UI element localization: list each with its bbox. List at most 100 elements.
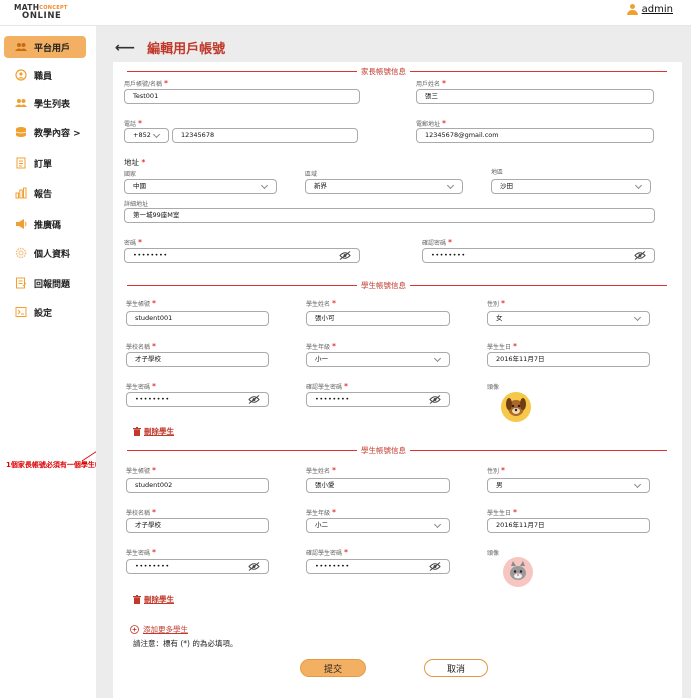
sidebar-item-teaching-content[interactable]: 教學內容 > bbox=[4, 121, 86, 143]
avatar-dog[interactable] bbox=[501, 392, 531, 422]
eye-off-icon[interactable] bbox=[429, 562, 441, 571]
sidebar: 平台用戶 職員 學生列表 教學內容 > 訂單 報告 推廣碼 個人資料 回報問題 … bbox=[0, 26, 96, 698]
confirm-password-input[interactable]: •••••••• bbox=[422, 248, 655, 263]
user-icon bbox=[626, 4, 638, 15]
birthday-input[interactable]: 2016年11月7日 bbox=[487, 518, 650, 533]
student-account-label: 學生帳號 * bbox=[126, 466, 156, 475]
birthday-label: 學生生日 * bbox=[487, 342, 517, 351]
student-section-header-2: 學生帳號信息 bbox=[113, 445, 682, 456]
cancel-button[interactable]: 取消 bbox=[424, 659, 488, 677]
username-input[interactable]: Test001 bbox=[124, 89, 360, 104]
sidebar-item-staff[interactable]: 職員 bbox=[4, 64, 86, 86]
gender-label: 性別 * bbox=[487, 299, 505, 308]
delete-student-button[interactable]: 刪除學生 bbox=[133, 426, 174, 437]
eye-off-icon[interactable] bbox=[429, 395, 441, 404]
add-more-students-label: 添加更多學生 bbox=[143, 625, 188, 634]
delete-student-label: 刪除學生 bbox=[144, 595, 174, 604]
username-label: 用戶帳號/名稱 * bbox=[124, 79, 168, 88]
district-select[interactable]: 沙田 bbox=[491, 179, 651, 194]
logo[interactable]: MATHCONCEPT ONLINE bbox=[14, 4, 84, 21]
grade-select[interactable]: 小二 bbox=[306, 518, 450, 533]
avatar-label: 頭像 bbox=[487, 384, 500, 391]
chart-icon bbox=[15, 187, 27, 199]
address-label: 地址 * bbox=[124, 158, 146, 167]
student-name-input[interactable]: 張小可 bbox=[306, 311, 450, 326]
grade-label: 學生年級 * bbox=[306, 508, 336, 517]
trash-icon bbox=[133, 595, 141, 604]
grade-label: 學生年級 * bbox=[306, 342, 336, 351]
student-confirm-password-input[interactable]: •••••••• bbox=[306, 559, 450, 574]
phone-code-select[interactable]: +852 bbox=[124, 128, 169, 143]
user-menu[interactable]: admin bbox=[626, 4, 673, 15]
page-header: ⟵ 編輯用戶帳號 bbox=[115, 38, 225, 58]
phone-input[interactable]: 12345678 bbox=[172, 128, 358, 143]
region-label: 區域 bbox=[305, 171, 318, 178]
back-arrow-icon[interactable]: ⟵ bbox=[115, 40, 135, 56]
phone-label: 電話 * bbox=[124, 119, 142, 128]
email-input[interactable]: 12345678@gmail.com bbox=[416, 128, 654, 143]
avatar-cat[interactable] bbox=[503, 557, 533, 587]
confirm-password-label: 確認密碼 * bbox=[422, 238, 452, 247]
sidebar-item-reports[interactable]: 報告 bbox=[4, 182, 86, 204]
fullname-label: 用戶姓名 * bbox=[416, 79, 446, 88]
student-name-label: 學生姓名 * bbox=[306, 299, 336, 308]
trash-icon bbox=[133, 427, 141, 436]
delete-student-button[interactable]: 刪除學生 bbox=[133, 594, 174, 605]
gender-select[interactable]: 女 bbox=[487, 311, 650, 326]
user-name-link[interactable]: admin bbox=[642, 4, 673, 15]
settings-icon bbox=[15, 306, 27, 318]
student-account-input[interactable]: student001 bbox=[126, 311, 269, 326]
gear-icon bbox=[15, 247, 27, 259]
sidebar-item-profile[interactable]: 個人資料 bbox=[4, 242, 86, 264]
detail-address-label: 詳細地址 bbox=[124, 201, 149, 208]
order-icon bbox=[15, 157, 27, 169]
submit-button[interactable]: 提交 bbox=[300, 659, 366, 677]
main-area: ⟵ 編輯用戶帳號 家長帳號信息 用戶帳號/名稱 * Test001 用戶姓名 *… bbox=[96, 26, 691, 698]
avatar-label: 頭像 bbox=[487, 550, 500, 557]
password-label: 密碼 * bbox=[124, 238, 142, 247]
sidebar-item-report-issue[interactable]: 回報問題 bbox=[4, 272, 86, 294]
password-input[interactable]: •••••••• bbox=[124, 248, 360, 263]
student-name-label: 學生姓名 * bbox=[306, 466, 336, 475]
student-password-input[interactable]: •••••••• bbox=[126, 392, 269, 407]
top-bar: MATHCONCEPT ONLINE admin bbox=[0, 0, 691, 26]
sidebar-item-label: 回報問題 bbox=[34, 279, 71, 290]
eye-off-icon[interactable] bbox=[339, 251, 351, 260]
eye-off-icon[interactable] bbox=[634, 251, 646, 260]
student-section-header-1: 學生帳號信息 bbox=[113, 280, 682, 291]
logo-text-online: ONLINE bbox=[22, 11, 62, 21]
student-account-input[interactable]: student002 bbox=[126, 478, 269, 493]
grade-select[interactable]: 小一 bbox=[306, 352, 450, 367]
gender-select[interactable]: 男 bbox=[487, 478, 650, 493]
sidebar-item-label: 訂單 bbox=[34, 159, 53, 170]
birthday-input[interactable]: 2016年11月7日 bbox=[487, 352, 650, 367]
email-label: 電郵地址 * bbox=[416, 119, 446, 128]
sidebar-item-platform-users[interactable]: 平台用戶 bbox=[4, 36, 86, 58]
region-select[interactable]: 新界 bbox=[305, 179, 463, 194]
district-label: 地區 bbox=[491, 169, 504, 176]
detail-address-input[interactable]: 第一城99座M室 bbox=[124, 208, 655, 223]
add-more-students-button[interactable]: 添加更多學生 bbox=[130, 624, 188, 635]
database-icon bbox=[15, 126, 27, 138]
sidebar-item-settings[interactable]: 設定 bbox=[4, 301, 86, 323]
sidebar-item-label: 教學內容 > bbox=[34, 128, 81, 139]
sidebar-item-orders[interactable]: 訂單 bbox=[4, 152, 86, 174]
eye-off-icon[interactable] bbox=[248, 395, 260, 404]
school-input[interactable]: 才子學校 bbox=[126, 352, 269, 367]
student-name-input[interactable]: 張小愛 bbox=[306, 478, 450, 493]
sidebar-item-label: 設定 bbox=[34, 308, 53, 319]
country-select[interactable]: 中國 bbox=[124, 179, 277, 194]
student-account-label: 學生帳號 * bbox=[126, 299, 156, 308]
parent-section-title: 家長帳號信息 bbox=[357, 66, 410, 77]
sidebar-item-students[interactable]: 學生列表 bbox=[4, 92, 86, 114]
fullname-input[interactable]: 張三 bbox=[416, 89, 654, 104]
students-icon bbox=[15, 97, 27, 109]
eye-off-icon[interactable] bbox=[248, 562, 260, 571]
student-password-input[interactable]: •••••••• bbox=[126, 559, 269, 574]
school-label: 學校名稱 * bbox=[126, 342, 156, 351]
sidebar-item-promo-code[interactable]: 推廣碼 bbox=[4, 213, 86, 235]
student-password-label: 學生密碼 * bbox=[126, 382, 156, 391]
student-confirm-password-input[interactable]: •••••••• bbox=[306, 392, 450, 407]
school-input[interactable]: 才子學校 bbox=[126, 518, 269, 533]
student-confirm-password-label: 確認學生密碼 * bbox=[306, 548, 348, 557]
